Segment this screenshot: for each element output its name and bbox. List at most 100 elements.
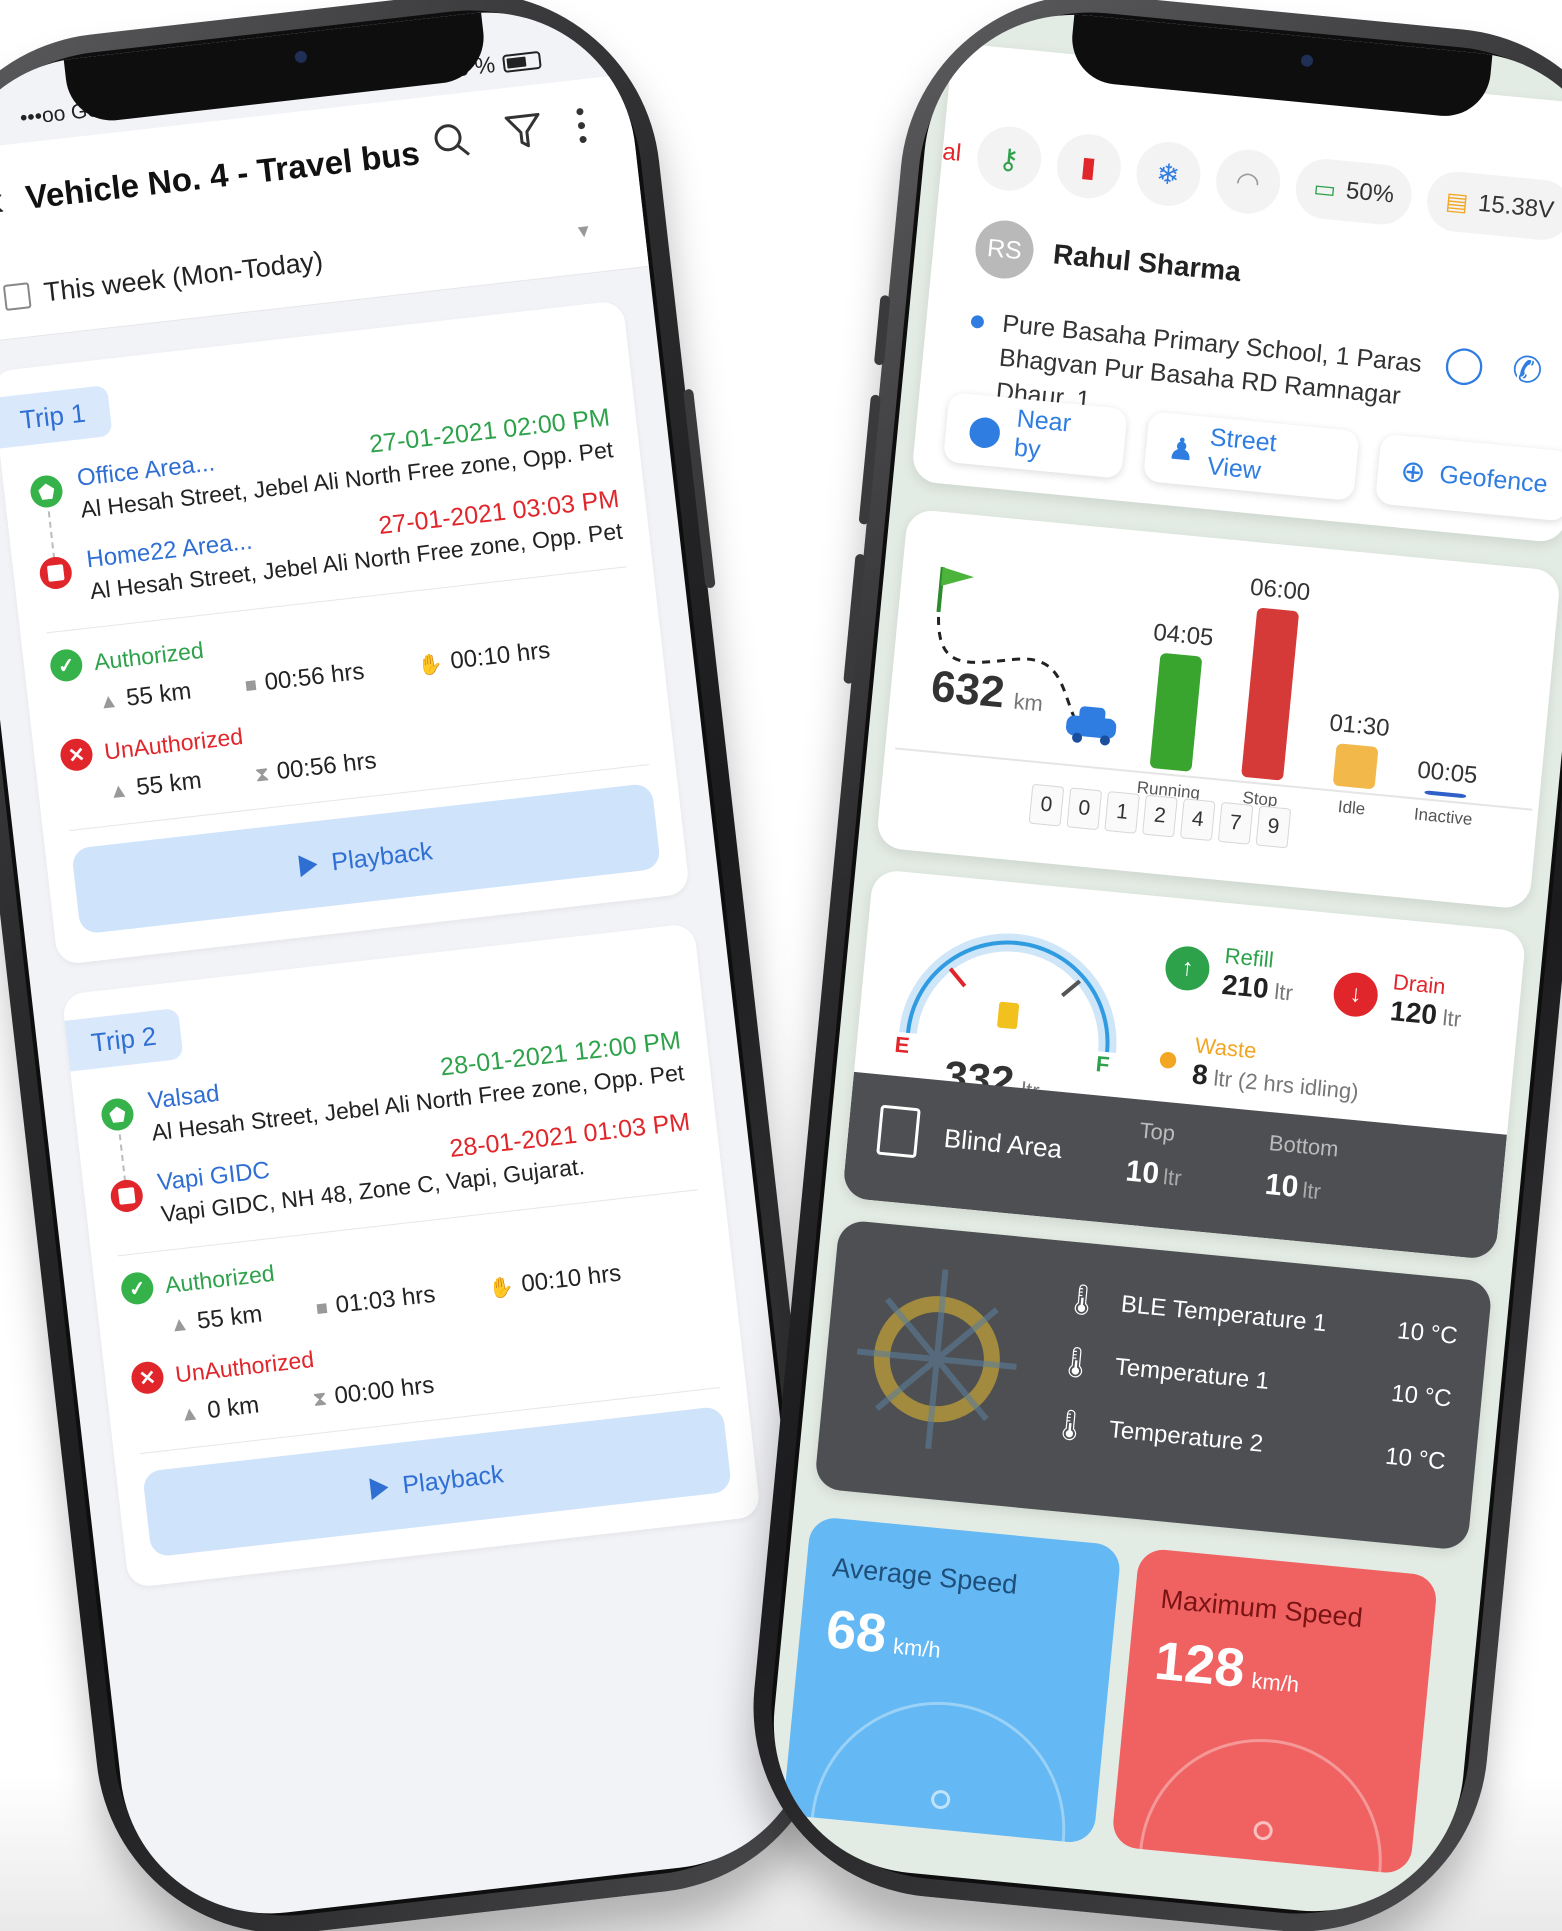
volume-down-button	[843, 553, 866, 685]
waste-value: 8	[1190, 1058, 1210, 1091]
drain-unit: ltr	[1441, 1005, 1463, 1032]
refill-stat: ↑ Refill 210 ltr	[1163, 937, 1297, 1007]
page-title: Vehicle No. 4 - Travel bus	[23, 134, 422, 216]
mute-switch	[873, 294, 891, 366]
waste-unit: ltr (2 hrs idling)	[1212, 1065, 1360, 1105]
playback-button[interactable]: Playback	[142, 1405, 733, 1558]
drain-value: 120	[1388, 995, 1439, 1031]
maximum-speed-value: 128	[1152, 1630, 1248, 1699]
playback-label: Playback	[400, 1459, 505, 1499]
start-name[interactable]: Valsad	[147, 1080, 221, 1116]
distance-value: 55 km	[134, 766, 203, 802]
back-icon[interactable]: ‹	[0, 176, 7, 227]
thermometer-icon: 🌡	[1049, 1407, 1091, 1445]
average-speed-label: Average Speed	[830, 1552, 1019, 1600]
contact-actions: ◯ ✆	[1442, 341, 1544, 392]
temperature-value: 10 °C	[1384, 1442, 1447, 1475]
chevron-down-icon: ▼	[573, 220, 594, 242]
bar-idle	[1333, 743, 1378, 789]
odometer-digit: 0	[1066, 787, 1103, 831]
temperature-row: 🌡 BLE Temperature 1 10 °C	[1062, 1281, 1460, 1354]
arrow-down-icon: ↓	[1331, 970, 1380, 1019]
more-icon[interactable]	[574, 105, 590, 156]
bar-value-label: 04:05	[1152, 619, 1214, 652]
drive-stat: ■ 01:03 hrs	[314, 1281, 437, 1322]
hourglass-icon: ⧗	[253, 763, 271, 787]
key-icon[interactable]: ⚷	[974, 123, 1044, 194]
right-phone: al ⚷ ▮ ❄ ◠ ▭ 50% ▤ 15.38V RS Rahul Sharma …	[736, 0, 1562, 1931]
unauthorized-label: UnAuthorized	[102, 722, 245, 765]
blind-top-value: 10	[1124, 1154, 1161, 1191]
bar-category-label: Inactive	[1413, 804, 1473, 829]
odometer-digit: 1	[1104, 790, 1140, 834]
temperature-value: 10 °C	[1390, 1379, 1453, 1413]
car-battery-icon: ▤	[1444, 187, 1470, 217]
distance-stat: ▲ 55 km	[97, 677, 193, 715]
drive-value: 00:56 hrs	[263, 657, 366, 696]
play-icon	[298, 853, 319, 878]
search-icon[interactable]	[429, 118, 474, 172]
empty-marker	[948, 967, 967, 988]
road-icon: ▲	[178, 1402, 201, 1427]
stop-stat: ✋ 00:10 hrs	[416, 637, 552, 680]
average-speed: 68 km/h	[824, 1598, 945, 1671]
location-pin-icon: ●	[967, 303, 989, 339]
tank-icon	[876, 1104, 921, 1159]
odometer-digit: 4	[1179, 798, 1216, 842]
stage: •••oo GS ✱ 58 % ‹ Vehicle No. 4 - Travel…	[0, 0, 1562, 1931]
wifi-icon[interactable]: ◠	[1212, 146, 1283, 217]
sun-snow-icon	[856, 1269, 1017, 1450]
speedometer-icon	[810, 1701, 1066, 1842]
camera	[294, 50, 308, 64]
temperature-value: 10 °C	[1396, 1316, 1459, 1350]
car-icon	[1066, 706, 1117, 746]
toolbar	[429, 105, 590, 172]
duration-stat: ⧗ 00:56 hrs	[253, 747, 378, 789]
distance-readout: 632 km	[929, 662, 1046, 723]
temperature-list: 🌡 BLE Temperature 1 10 °C 🌡 Temperature 1 10…	[1049, 1281, 1459, 1479]
map-pin-icon: ⬤	[966, 412, 1004, 449]
distance-unit: km	[1012, 688, 1045, 717]
odometer-digit: 7	[1217, 801, 1254, 845]
right-screen: al ⚷ ▮ ❄ ◠ ▭ 50% ▤ 15.38V RS Rahul Sharma …	[760, 1, 1562, 1925]
blind-area-label: Blind Area	[942, 1122, 1064, 1165]
distance-stat: ▲ 0 km	[178, 1391, 261, 1428]
cross-icon: ✕	[58, 737, 95, 773]
snowflake-icon[interactable]: ❄	[1133, 138, 1204, 209]
end-pin-icon	[38, 555, 74, 591]
blind-top-label: Top	[1138, 1117, 1177, 1146]
distance-stat: ▲ 55 km	[107, 767, 203, 805]
chat-icon[interactable]: ◯	[1442, 341, 1486, 387]
gauge-empty-label: E	[893, 1031, 911, 1059]
end-pin-icon	[109, 1178, 145, 1214]
odometer-digit: 9	[1255, 805, 1292, 849]
period-label: This week (Mon-Today)	[42, 245, 325, 308]
check-icon: ✓	[119, 1270, 155, 1307]
flag-icon	[936, 566, 974, 613]
signal-partial-label: al	[941, 138, 963, 167]
duration-stat: ⧗ 00:00 hrs	[311, 1371, 436, 1413]
thermometer-icon: 🌡	[1061, 1282, 1103, 1319]
geofence-button[interactable]: ⊕ Geofence	[1375, 433, 1562, 522]
bar-value-label: 00:05	[1416, 757, 1478, 790]
bar-running	[1150, 653, 1202, 772]
blind-bottom-label: Bottom	[1267, 1130, 1340, 1162]
truck-icon: ■	[314, 1296, 330, 1321]
refill-unit: ltr	[1273, 978, 1294, 1006]
drop-icon: ●	[1154, 1036, 1182, 1081]
filter-icon[interactable]	[503, 110, 546, 164]
unauthorized-label: UnAuthorized	[173, 1345, 316, 1388]
playback-button[interactable]: Playback	[71, 782, 662, 935]
geofence-label: Geofence	[1438, 459, 1549, 499]
maximum-speed-unit: km/h	[1250, 1667, 1301, 1698]
hand-icon: ✋	[416, 652, 445, 678]
temperature-name: Temperature 1	[1113, 1352, 1271, 1395]
duration-value: 00:00 hrs	[333, 1371, 436, 1410]
distance-value: 55 km	[195, 1300, 264, 1335]
phone-icon[interactable]: ✆	[1510, 348, 1544, 393]
trip-card: Trip 2 Valsad 28-01-2021 12:00 PM Al Hes…	[61, 923, 762, 1589]
duration-value: 00:56 hrs	[275, 746, 378, 786]
drive-stat: ■ 00:56 hrs	[243, 658, 366, 699]
battery-alert-icon[interactable]: ▮	[1053, 131, 1124, 202]
bar-stop	[1241, 607, 1299, 781]
